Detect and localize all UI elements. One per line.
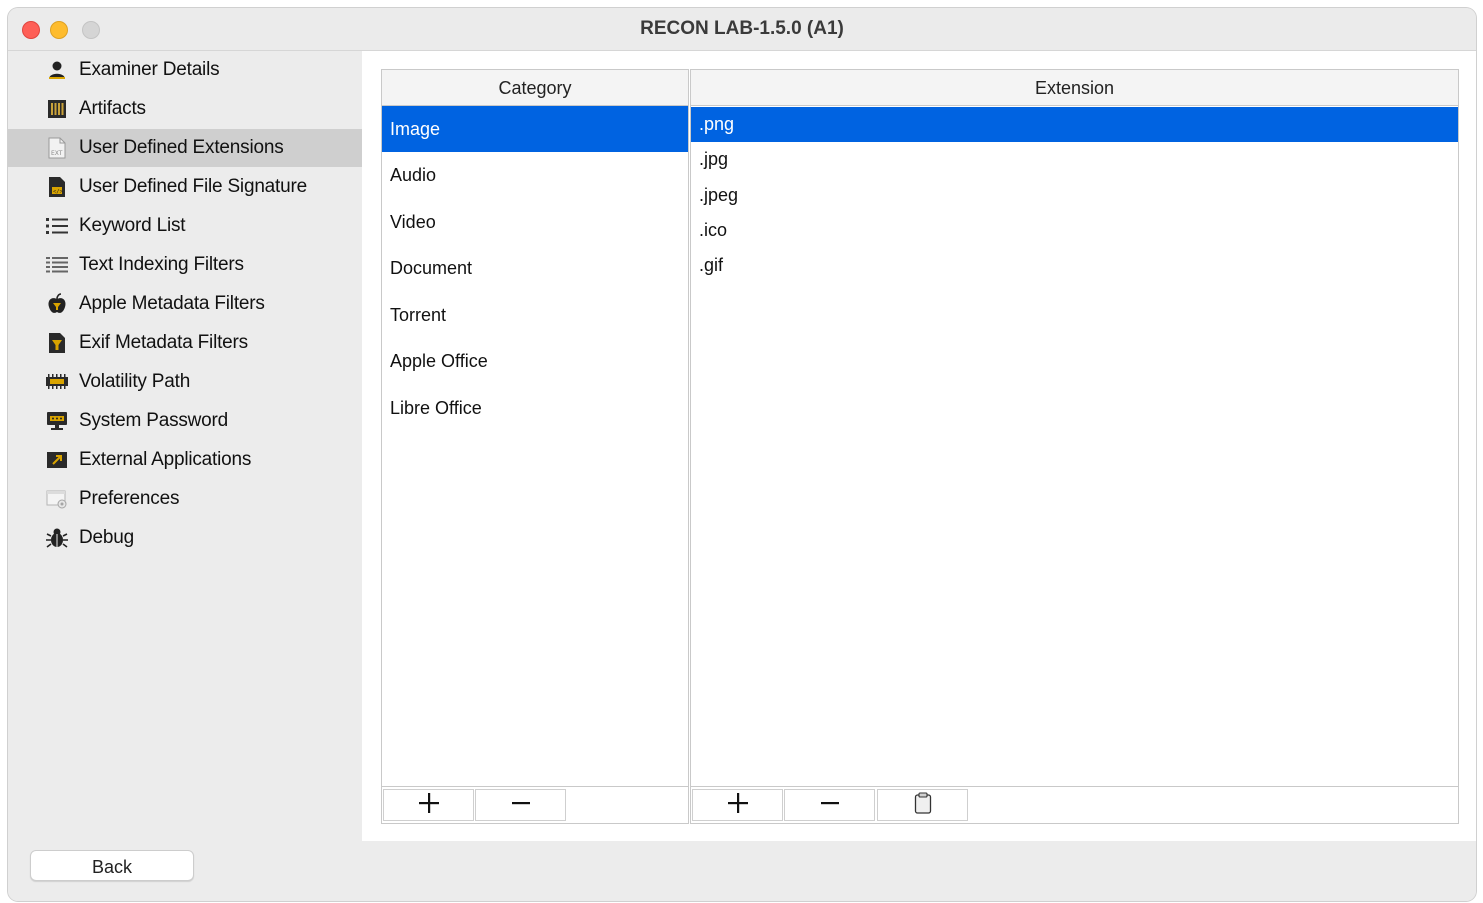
app-window: RECON LAB-1.5.0 (A1) Examiner Details Ar… — [8, 8, 1476, 901]
sidebar-item-keyword-list[interactable]: Keyword List — [8, 207, 362, 245]
category-item-image[interactable]: Image — [382, 106, 688, 152]
svg-text:</>: </> — [53, 189, 64, 195]
category-item-torrent[interactable]: Torrent — [382, 292, 688, 338]
sidebar-item-exif-metadata-filters[interactable]: Exif Metadata Filters — [8, 324, 362, 362]
sidebar-item-label: Examiner Details — [79, 59, 220, 80]
sidebar-item-label: Debug — [79, 527, 134, 548]
extension-panel: Extension .png .jpg .jpeg .ico .gif — [690, 69, 1459, 824]
sidebar-item-label: Volatility Path — [79, 371, 191, 392]
sidebar-item-user-defined-extensions[interactable]: EXT User Defined Extensions — [8, 129, 362, 167]
sidebar-item-system-password[interactable]: System Password — [8, 402, 362, 440]
plus-icon — [418, 792, 440, 819]
extension-item-jpeg[interactable]: .jpeg — [691, 178, 1458, 213]
artifacts-icon — [46, 98, 68, 120]
remove-category-button[interactable] — [475, 789, 566, 821]
exif-filter-icon — [46, 332, 68, 354]
extension-item-ico[interactable]: .ico — [691, 213, 1458, 248]
ram-icon — [46, 371, 68, 393]
category-item-libre-office[interactable]: Libre Office — [382, 385, 688, 431]
category-header[interactable]: Category — [382, 70, 688, 106]
sidebar-item-label: External Applications — [79, 449, 252, 470]
minus-icon — [510, 792, 532, 819]
sidebar-item-examiner-details[interactable]: Examiner Details — [8, 51, 362, 89]
external-link-icon — [46, 449, 68, 471]
sidebar-item-label: Apple Metadata Filters — [79, 293, 265, 314]
minus-icon — [819, 792, 841, 819]
sidebar-item-artifacts[interactable]: Artifacts — [8, 90, 362, 128]
sidebar-item-preferences[interactable]: Preferences — [8, 480, 362, 518]
category-toolbar — [382, 786, 688, 823]
sidebar-item-volatility-path[interactable]: Volatility Path — [8, 363, 362, 401]
user-icon — [46, 59, 68, 81]
svg-text:EXT: EXT — [51, 150, 63, 157]
content-area: Category Image Audio Video Document Torr… — [362, 51, 1476, 841]
add-extension-button[interactable] — [692, 789, 783, 821]
category-panel: Category Image Audio Video Document Torr… — [381, 69, 689, 824]
category-item-document[interactable]: Document — [382, 245, 688, 291]
extension-header[interactable]: Extension — [691, 70, 1458, 106]
plus-icon — [727, 792, 749, 819]
extension-file-icon: EXT — [46, 137, 68, 159]
monitor-password-icon — [46, 410, 68, 432]
apple-icon — [46, 293, 68, 315]
sidebar: Examiner Details Artifacts EXT User Defi… — [8, 51, 362, 841]
preferences-icon — [46, 488, 68, 510]
back-button[interactable]: Back — [30, 850, 194, 881]
extension-item-png[interactable]: .png — [691, 107, 1458, 142]
bug-icon — [46, 527, 68, 549]
footer-bar: Back — [8, 841, 1476, 901]
clipboard-icon — [914, 791, 932, 819]
text-index-icon — [46, 254, 68, 276]
category-item-video[interactable]: Video — [382, 199, 688, 245]
list-icon — [46, 215, 68, 237]
sidebar-item-label: Preferences — [79, 488, 180, 509]
extension-item-jpg[interactable]: .jpg — [691, 142, 1458, 177]
sidebar-item-user-defined-file-signature[interactable]: </> User Defined File Signature — [8, 168, 362, 206]
sidebar-item-external-applications[interactable]: External Applications — [8, 441, 362, 479]
sidebar-item-label: Text Indexing Filters — [79, 254, 244, 275]
category-item-audio[interactable]: Audio — [382, 152, 688, 198]
category-item-apple-office[interactable]: Apple Office — [382, 338, 688, 384]
sidebar-item-label: System Password — [79, 410, 229, 431]
window-title: RECON LAB-1.5.0 (A1) — [640, 18, 844, 39]
sidebar-item-label: User Defined Extensions — [79, 137, 284, 158]
remove-extension-button[interactable] — [784, 789, 875, 821]
extension-toolbar — [691, 786, 1458, 823]
sidebar-item-label: Exif Metadata Filters — [79, 332, 248, 353]
sidebar-item-label: Artifacts — [79, 98, 146, 119]
sidebar-item-label: Keyword List — [79, 215, 186, 236]
paste-extension-button[interactable] — [877, 789, 968, 821]
title-bar: RECON LAB-1.5.0 (A1) — [8, 8, 1476, 51]
sidebar-item-text-indexing-filters[interactable]: Text Indexing Filters — [8, 246, 362, 284]
sidebar-item-debug[interactable]: Debug — [8, 519, 362, 557]
extension-item-gif[interactable]: .gif — [691, 248, 1458, 283]
file-signature-icon: </> — [46, 176, 68, 198]
sidebar-item-apple-metadata-filters[interactable]: Apple Metadata Filters — [8, 285, 362, 323]
add-category-button[interactable] — [383, 789, 474, 821]
sidebar-item-label: User Defined File Signature — [79, 176, 307, 197]
